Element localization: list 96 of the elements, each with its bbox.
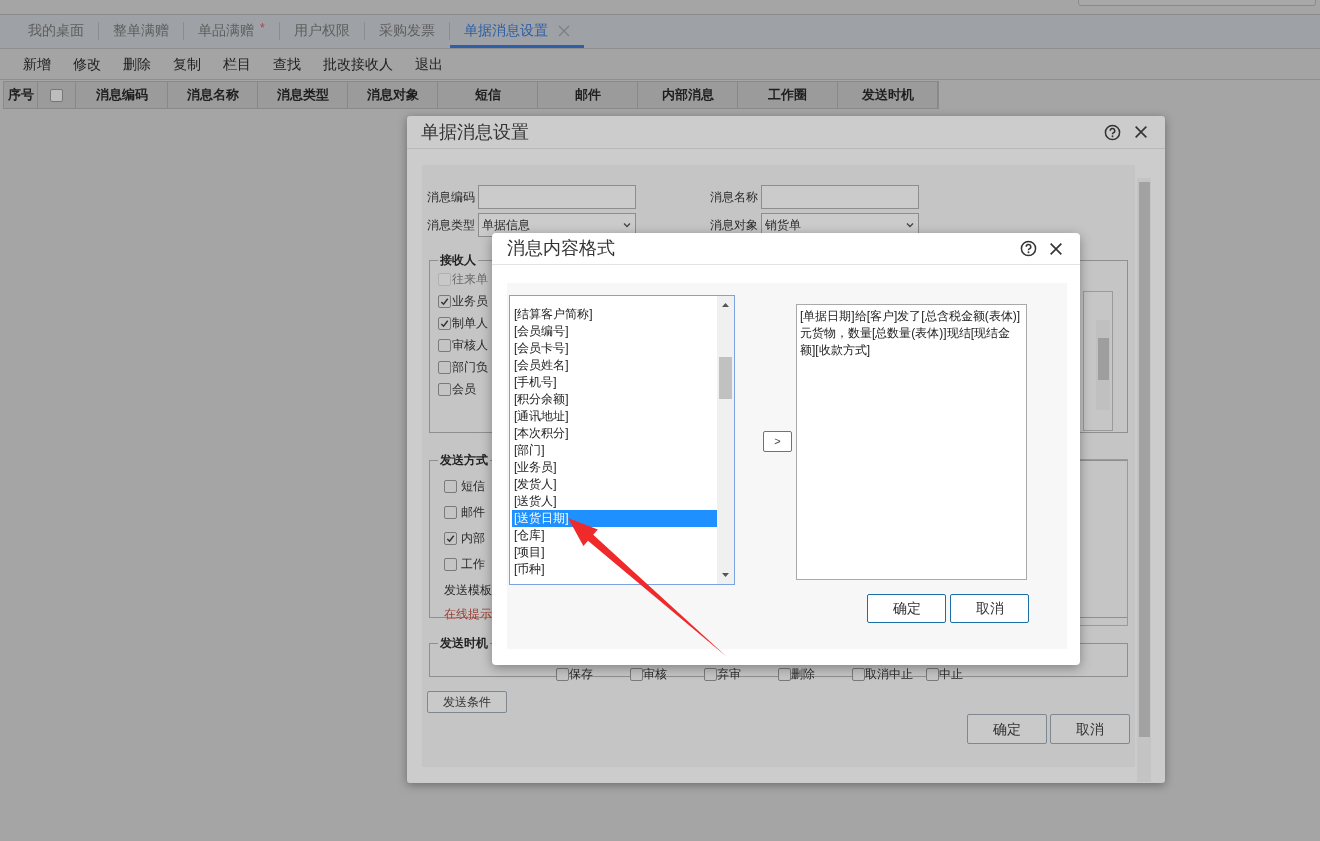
field-label: 消息对象 bbox=[710, 217, 759, 234]
checkbox-label: 业务员 bbox=[452, 293, 488, 310]
toolbar-button[interactable]: 新增 bbox=[14, 51, 60, 77]
field-label: 消息名称 bbox=[710, 189, 759, 206]
checkbox-label: 取消中止 bbox=[865, 666, 913, 683]
scrollbar[interactable] bbox=[1137, 178, 1151, 782]
column-header[interactable]: 消息名称 bbox=[168, 82, 258, 108]
checkbox[interactable] bbox=[556, 667, 569, 681]
field-label: 消息类型 bbox=[427, 217, 476, 234]
close-icon[interactable] bbox=[1048, 240, 1064, 257]
list-item[interactable]: [结算客户简称] bbox=[512, 306, 718, 323]
list-item[interactable]: [项目] bbox=[512, 544, 718, 561]
list-item[interactable]: [部门] bbox=[512, 442, 718, 459]
section-legend: 发送时机 bbox=[438, 634, 490, 652]
checkbox-label: 删除 bbox=[791, 666, 815, 683]
list-item[interactable]: [币种] bbox=[512, 561, 718, 578]
text-area[interactable]: [单据日期]给[客户]发了[总含税金额(表体)]元货物，数量[总数量(表体)]现结[现结金额][收款方式] bbox=[796, 304, 1027, 580]
conditions-button[interactable]: 发送条件 bbox=[427, 691, 507, 713]
list-item[interactable]: [会员编号] bbox=[512, 323, 718, 340]
checkbox[interactable] bbox=[438, 360, 451, 374]
checkbox-label: 邮件 bbox=[461, 504, 485, 521]
checkbox-label: 短信 bbox=[461, 478, 485, 495]
toolbar-button[interactable]: 删除 bbox=[114, 51, 160, 77]
checkbox[interactable] bbox=[444, 557, 457, 571]
help-icon[interactable] bbox=[1104, 123, 1121, 141]
modified-mark: * bbox=[260, 19, 265, 37]
list-item[interactable]: [仓库] bbox=[512, 527, 718, 544]
checkbox[interactable] bbox=[444, 479, 457, 493]
toolbar-button[interactable]: 复制 bbox=[164, 51, 210, 77]
checkbox-label: 往来单 bbox=[452, 271, 488, 288]
dialog-button[interactable]: 取消 bbox=[950, 594, 1029, 623]
scrollbar[interactable] bbox=[1096, 320, 1110, 410]
dialog-button[interactable]: 确定 bbox=[867, 594, 946, 623]
column-header[interactable]: 序号 bbox=[4, 82, 38, 108]
checkbox-label: 审核 bbox=[643, 666, 667, 683]
checkbox-label: 保存 bbox=[569, 666, 593, 683]
toolbar-button[interactable]: 退出 bbox=[406, 51, 452, 77]
dialog-button[interactable]: 取消 bbox=[1050, 714, 1130, 744]
field-label: 消息编码 bbox=[427, 189, 476, 206]
dialog-title: 单据消息设置 bbox=[421, 120, 530, 144]
dialog-button[interactable]: 确定 bbox=[967, 714, 1047, 744]
checkbox-label: 内部 bbox=[461, 530, 485, 547]
checkbox[interactable] bbox=[704, 667, 717, 681]
checkbox[interactable] bbox=[438, 316, 451, 330]
checkbox-label: 工作 bbox=[461, 556, 485, 573]
column-header[interactable]: 短信 bbox=[438, 82, 538, 108]
checkbox[interactable] bbox=[630, 667, 643, 681]
list-item[interactable]: [本次积分] bbox=[512, 425, 718, 442]
section-legend: 接收人 bbox=[438, 251, 478, 269]
list-item[interactable]: [会员卡号] bbox=[512, 340, 718, 357]
checkbox[interactable] bbox=[438, 294, 451, 308]
checkbox[interactable] bbox=[438, 338, 451, 352]
list-item[interactable]: [会员姓名] bbox=[512, 357, 718, 374]
move-button[interactable]: > bbox=[763, 431, 792, 452]
input-field[interactable] bbox=[761, 185, 919, 209]
column-header[interactable]: 邮件 bbox=[538, 82, 638, 108]
checkbox-label: 会员 bbox=[452, 381, 476, 398]
help-icon[interactable] bbox=[1020, 240, 1037, 257]
list-item[interactable]: [业务员] bbox=[512, 459, 718, 476]
checkbox-label: 审核人 bbox=[452, 337, 488, 354]
checkbox[interactable] bbox=[50, 88, 63, 102]
scrollbar[interactable] bbox=[717, 296, 734, 584]
column-header[interactable]: 消息编码 bbox=[76, 82, 168, 108]
checkbox[interactable] bbox=[926, 667, 939, 681]
checkbox[interactable] bbox=[852, 667, 865, 681]
section-legend: 发送方式 bbox=[438, 451, 490, 469]
checkbox-label: 制单人 bbox=[452, 315, 488, 332]
checkbox[interactable] bbox=[444, 505, 457, 519]
toolbar-button[interactable]: 栏目 bbox=[214, 51, 260, 77]
list-item[interactable]: [送货人] bbox=[512, 493, 718, 510]
column-header[interactable]: 内部消息 bbox=[638, 82, 738, 108]
column-header[interactable]: 工作圈 bbox=[738, 82, 838, 108]
close-icon[interactable] bbox=[1133, 124, 1149, 140]
checkbox-label: 弃审 bbox=[717, 666, 741, 683]
checkbox-label: 中止 bbox=[939, 666, 963, 683]
toolbar-button[interactable]: 批改接收人 bbox=[314, 51, 402, 77]
list-item[interactable]: [手机号] bbox=[512, 374, 718, 391]
list-item[interactable]: [发货人] bbox=[512, 476, 718, 493]
column-header[interactable]: 消息类型 bbox=[258, 82, 348, 108]
list-item[interactable]: [积分余额] bbox=[512, 391, 718, 408]
checkbox-label: 部门负 bbox=[452, 359, 488, 376]
toolbar-button[interactable]: 查找 bbox=[264, 51, 310, 77]
list-item[interactable]: [通讯地址] bbox=[512, 408, 718, 425]
column-header[interactable]: 发送时机 bbox=[838, 82, 938, 108]
checkbox[interactable] bbox=[778, 667, 791, 681]
column-header[interactable]: 消息对象 bbox=[348, 82, 438, 108]
chevron-icon bbox=[622, 220, 632, 230]
dialog-title: 消息内容格式 bbox=[507, 237, 616, 260]
list-box[interactable]: [结算客户简称] [会员编号] [会员卡号] [会员姓名] [手机号] [积分余额] [通讯地址] [本次积分] [部门] [业务员] [发货人] [送货人] [送货日期] [仓库] [项目] [币种] bbox=[509, 295, 735, 585]
checkbox[interactable] bbox=[444, 531, 457, 545]
checkbox[interactable] bbox=[438, 382, 451, 396]
hint-text: 在线提示 bbox=[444, 606, 492, 623]
field-label: 发送模板 bbox=[444, 581, 492, 599]
toolbar-button[interactable]: 修改 bbox=[64, 51, 110, 77]
chevron-icon bbox=[905, 220, 915, 230]
input-field[interactable] bbox=[478, 185, 636, 209]
